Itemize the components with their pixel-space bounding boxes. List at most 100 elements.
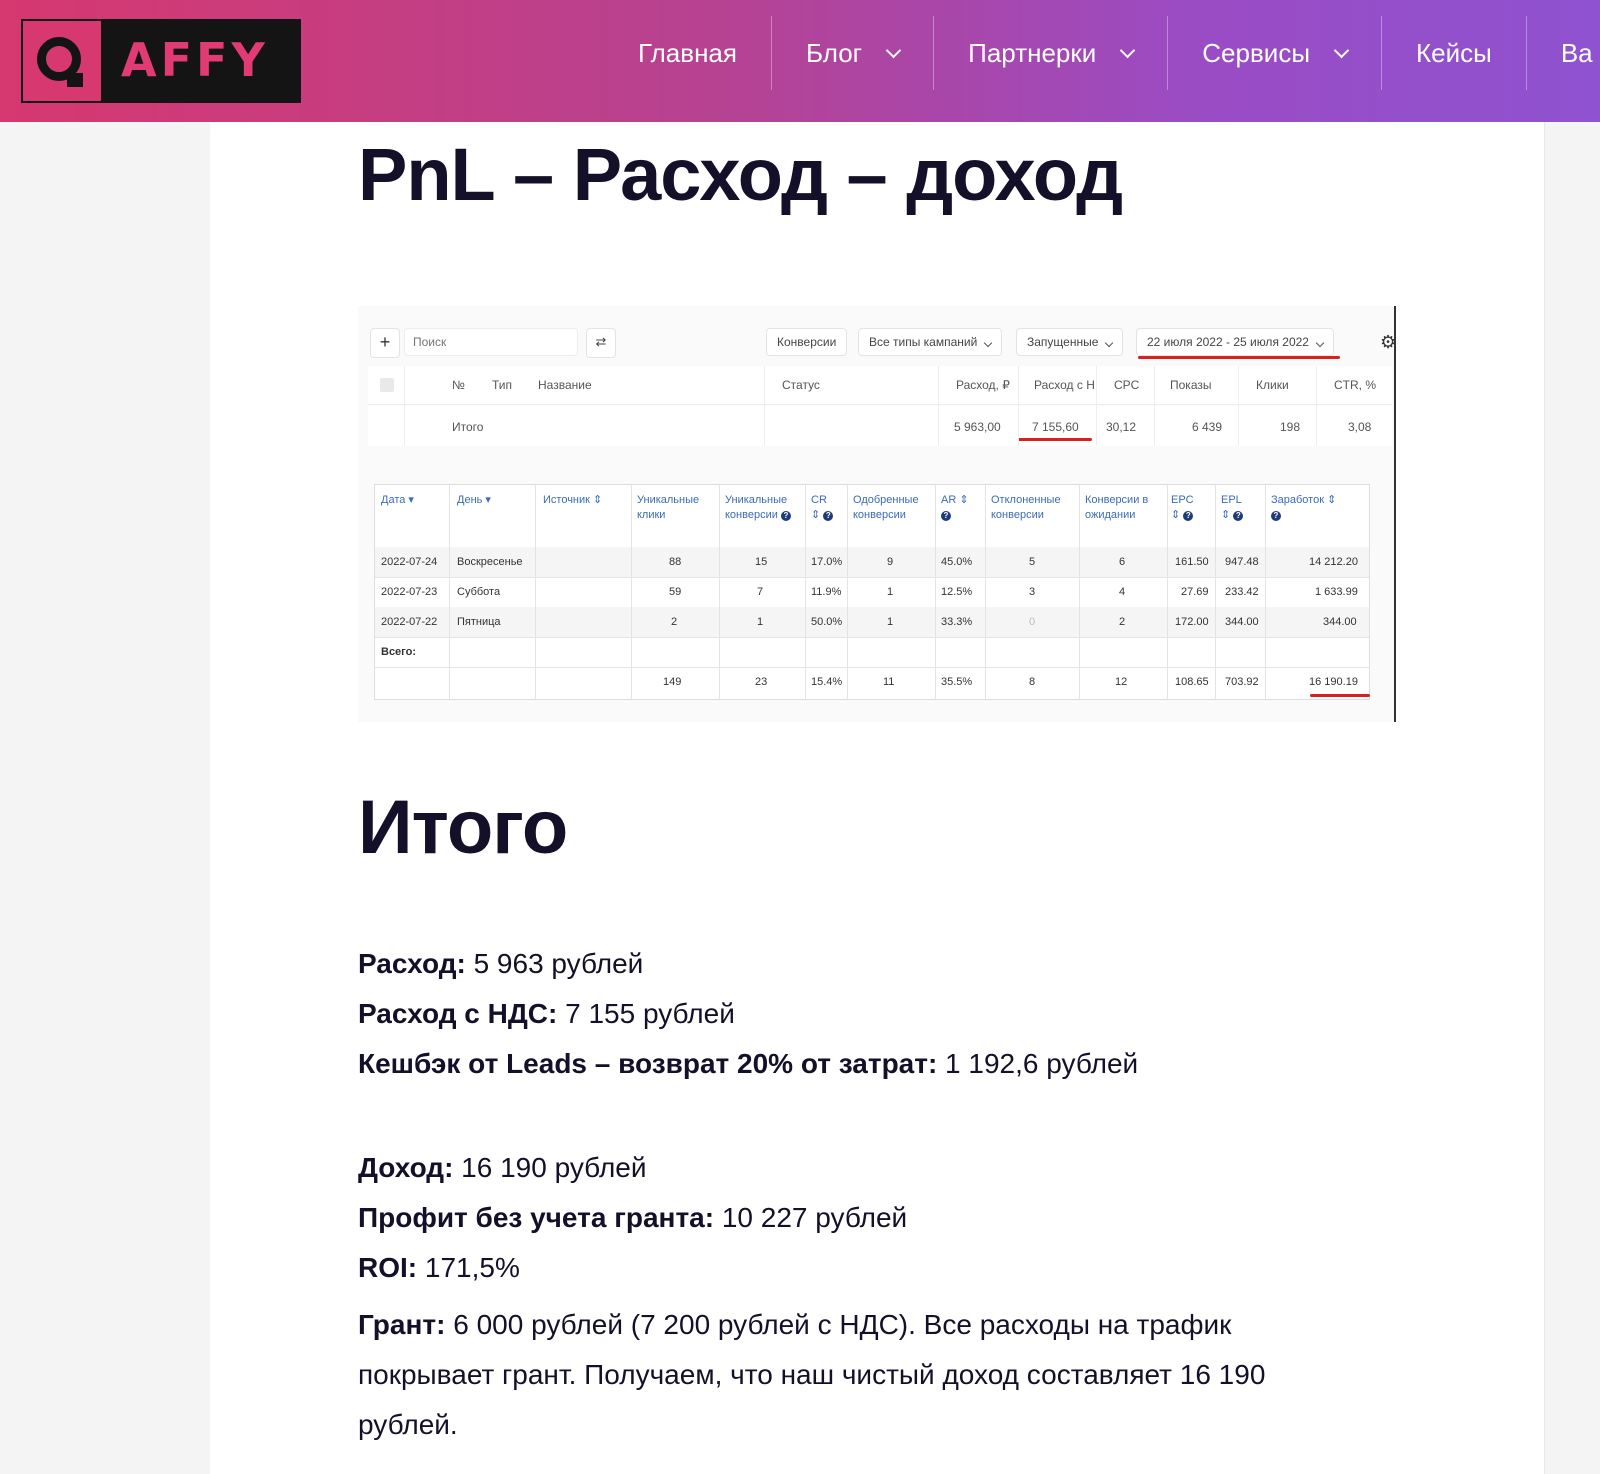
help-icon: ? [780,511,791,521]
row-epl: 233.42 [1225,586,1259,598]
col-rejected[interactable]: Отклоненные конверсии [991,493,1077,523]
table-row: 2022-07-22 Пятница 2 1 50.0% 1 33.3% 0 2… [375,607,1369,638]
col-type[interactable]: Тип [492,378,512,392]
row-pending: 6 [1119,556,1126,568]
stats-screenshot: + ⇄ Конверсии Все типы кампаний Запущенн… [358,306,1396,722]
stats-table: Дата ▾ День ▾ Источник ⇕ Уникальные клик… [374,484,1370,700]
table-row: 2022-07-24 Воскресенье 88 15 17.0% 9 45.… [375,547,1369,578]
row-unique-conversions: 15 [755,556,768,568]
col-source[interactable]: Источник ⇕ [543,493,629,508]
col-day[interactable]: День ▾ [457,493,533,508]
col-spend[interactable]: Расход, ₽ [956,378,1010,392]
row-epl: 947.48 [1225,556,1259,568]
row-unique-conversions: 7 [757,586,764,598]
row-ar: 45.0% [941,556,973,568]
nav-item-services[interactable]: Сервисы [1168,16,1383,90]
nav-item-blog[interactable]: Блог [772,16,935,90]
chevron-down-icon [885,42,902,58]
table-total-label-row: Всего: [375,637,1369,668]
select-all-checkbox[interactable] [380,378,394,392]
total-ctr: 3,08 [1348,420,1372,434]
col-ctr[interactable]: CTR, % [1334,378,1376,392]
campaign-type-dropdown[interactable]: Все типы кампаний [858,328,1003,356]
col-unique-conversions[interactable]: Уникальные конверсии ? [725,493,805,523]
row-approved: 1 [887,586,894,598]
help-icon: ? [1271,511,1281,521]
row-epc: 161.50 [1175,556,1209,568]
col-clicks[interactable]: Клики [1256,378,1289,392]
help-icon: ? [823,511,834,521]
col-epl[interactable]: EPL ⇕ ? [1221,493,1261,523]
col-approved[interactable]: Одобренные конверсии [853,493,937,523]
status-dropdown[interactable]: Запущенные [1016,328,1124,356]
help-icon: ? [941,511,951,521]
total-label: Итого [452,420,484,434]
line-income: Доход: 16 190 рублей [358,1152,647,1183]
col-impressions[interactable]: Показы [1170,378,1211,392]
col-cpc[interactable]: CPC [1114,378,1139,392]
add-button[interactable]: + [370,328,400,358]
line-spend: Расход: 5 963 рублей [358,948,644,979]
conversions-button[interactable]: Конверсии [766,328,848,356]
col-spend-vat[interactable]: Расход с Н [1034,378,1095,392]
nav-item-home[interactable]: Главная [604,16,772,90]
total-pending: 12 [1115,676,1128,688]
row-rejected: 3 [1029,586,1036,598]
section-title-total: Итого [358,785,568,870]
search-input[interactable] [404,328,578,356]
nav-item-partners[interactable]: Партнерки [934,16,1169,90]
total-epc: 108.65 [1175,676,1209,688]
col-ar[interactable]: AR ⇕? [941,493,981,523]
col-pending[interactable]: Конверсии в ожидании [1085,493,1165,523]
chevron-down-icon [1120,42,1136,58]
filter-settings-icon[interactable]: ⇄ [586,328,616,358]
total-rejected: 8 [1029,676,1036,688]
line-grant: Грант: 6 000 рублей (7 200 рублей с НДС)… [358,1309,1266,1440]
gear-icon[interactable]: ⚙ [1380,332,1394,353]
row-day: Пятница [457,616,501,628]
row-approved: 9 [887,556,894,568]
screenshot-toolbar: + ⇄ Конверсии Все типы кампаний Запущенн… [358,306,1394,359]
total-unique-conversions: 23 [755,676,768,688]
affy-logo[interactable]: AFFY [21,19,301,103]
chevron-down-icon [1333,42,1350,58]
nav-item-cases[interactable]: Кейсы [1382,16,1527,90]
col-unique-clicks[interactable]: Уникальные клики [637,493,717,523]
col-name[interactable]: Название [538,378,592,392]
row-date: 2022-07-23 [381,586,438,598]
row-unique-clicks: 2 [671,616,678,628]
row-day: Суббота [457,586,501,598]
help-icon: ? [1233,511,1244,521]
row-pending: 2 [1119,616,1126,628]
total-approved: 11 [883,676,895,688]
total-earnings: 16 190.19 [1309,676,1358,688]
row-earnings: 344.00 [1323,616,1357,628]
row-date: 2022-07-24 [381,556,438,568]
col-epc[interactable]: EPC ⇕ ? [1171,493,1211,523]
row-unique-clicks: 88 [669,556,682,568]
table-total-row: 149 23 15.4% 11 35.5% 8 12 108.65 703.92… [375,667,1369,697]
section-title-pnl: PnL – Расход – доход [358,133,1123,216]
stats-table-header: Дата ▾ День ▾ Источник ⇕ Уникальные клик… [375,485,1369,548]
row-day: Воскресенье [457,556,523,568]
earnings-underline [1310,694,1370,697]
line-roi: ROI: 171,5% [358,1252,520,1283]
total-cr: 15.4% [811,676,843,688]
col-date[interactable]: Дата ▾ [381,493,447,508]
spend-vat-underline [1018,438,1092,441]
row-unique-clicks: 59 [669,586,682,598]
total-epl: 703.92 [1225,676,1259,688]
main-nav: Главная Блог Партнерки Сервисы Кейсы Ва [604,16,1600,90]
total-impressions: 6 439 [1192,420,1223,434]
total-label: Всего: [381,646,416,658]
date-range-dropdown[interactable]: 22 июля 2022 - 25 июля 2022 [1136,328,1334,356]
col-earnings[interactable]: Заработок ⇕? [1271,493,1361,523]
col-status[interactable]: Статус [782,378,820,392]
row-pending: 4 [1119,586,1126,598]
nav-item-truncated[interactable]: Ва [1527,16,1600,90]
row-epc: 27.69 [1181,586,1209,598]
row-date: 2022-07-22 [381,616,438,628]
col-cr[interactable]: CR ⇕ ? [811,493,845,523]
col-number[interactable]: № [452,378,465,392]
date-underline [1138,356,1340,359]
